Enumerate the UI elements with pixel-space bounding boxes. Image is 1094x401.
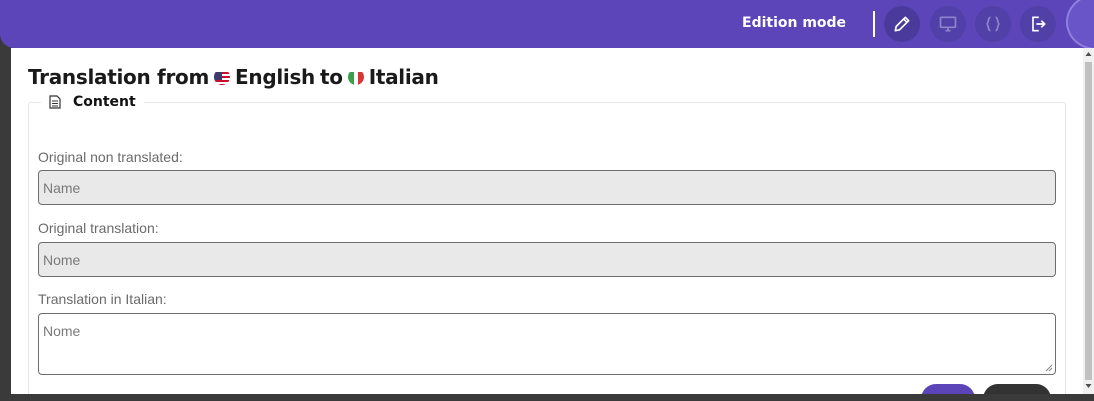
logout-button[interactable] xyxy=(1020,6,1056,42)
code-button[interactable] xyxy=(975,6,1011,42)
scroll-up-icon[interactable] xyxy=(1085,50,1092,58)
target-language: Italian xyxy=(368,65,439,89)
field-label-translation: Translation in Italian: xyxy=(38,291,167,307)
document-icon xyxy=(49,95,61,109)
dialog-title: Translation from English to Italian xyxy=(28,65,439,89)
toolbar-divider xyxy=(873,11,875,37)
source-language: English xyxy=(235,65,315,89)
pencil-icon xyxy=(894,16,910,32)
section-label: Content xyxy=(73,94,136,110)
title-middle: to xyxy=(320,65,343,89)
scroll-down-icon[interactable] xyxy=(1085,382,1092,390)
original-translation-field: Nome xyxy=(38,242,1056,277)
us-flag-icon xyxy=(214,69,231,85)
resize-handle-icon[interactable] xyxy=(1045,364,1053,372)
monitor-icon xyxy=(939,16,957,32)
italy-flag-icon xyxy=(347,69,364,85)
content-legend: Content xyxy=(41,94,144,110)
logout-icon xyxy=(1032,16,1046,32)
field-label-original-translation: Original translation: xyxy=(38,220,159,236)
title-prefix: Translation from xyxy=(28,65,210,89)
edit-button[interactable] xyxy=(884,6,920,42)
preview-button[interactable] xyxy=(930,6,966,42)
translation-value: Nome xyxy=(43,323,81,339)
scroll-thumb[interactable] xyxy=(1085,62,1092,380)
save-button[interactable] xyxy=(921,384,975,394)
code-braces-icon xyxy=(986,16,1000,32)
translation-dialog: Translation from English to Italian Cont… xyxy=(11,48,1094,394)
original-field: Name xyxy=(38,170,1056,205)
field-label-original: Original non translated: xyxy=(38,149,183,165)
dialog-scrollbar[interactable] xyxy=(1083,48,1094,394)
background-strip xyxy=(0,394,1094,401)
edition-mode-label: Edition mode xyxy=(742,15,847,31)
cancel-button[interactable] xyxy=(983,384,1051,394)
top-bar: Edition mode xyxy=(0,0,1094,50)
avatar[interactable] xyxy=(1066,0,1094,50)
translation-textarea[interactable]: Nome xyxy=(38,313,1056,375)
